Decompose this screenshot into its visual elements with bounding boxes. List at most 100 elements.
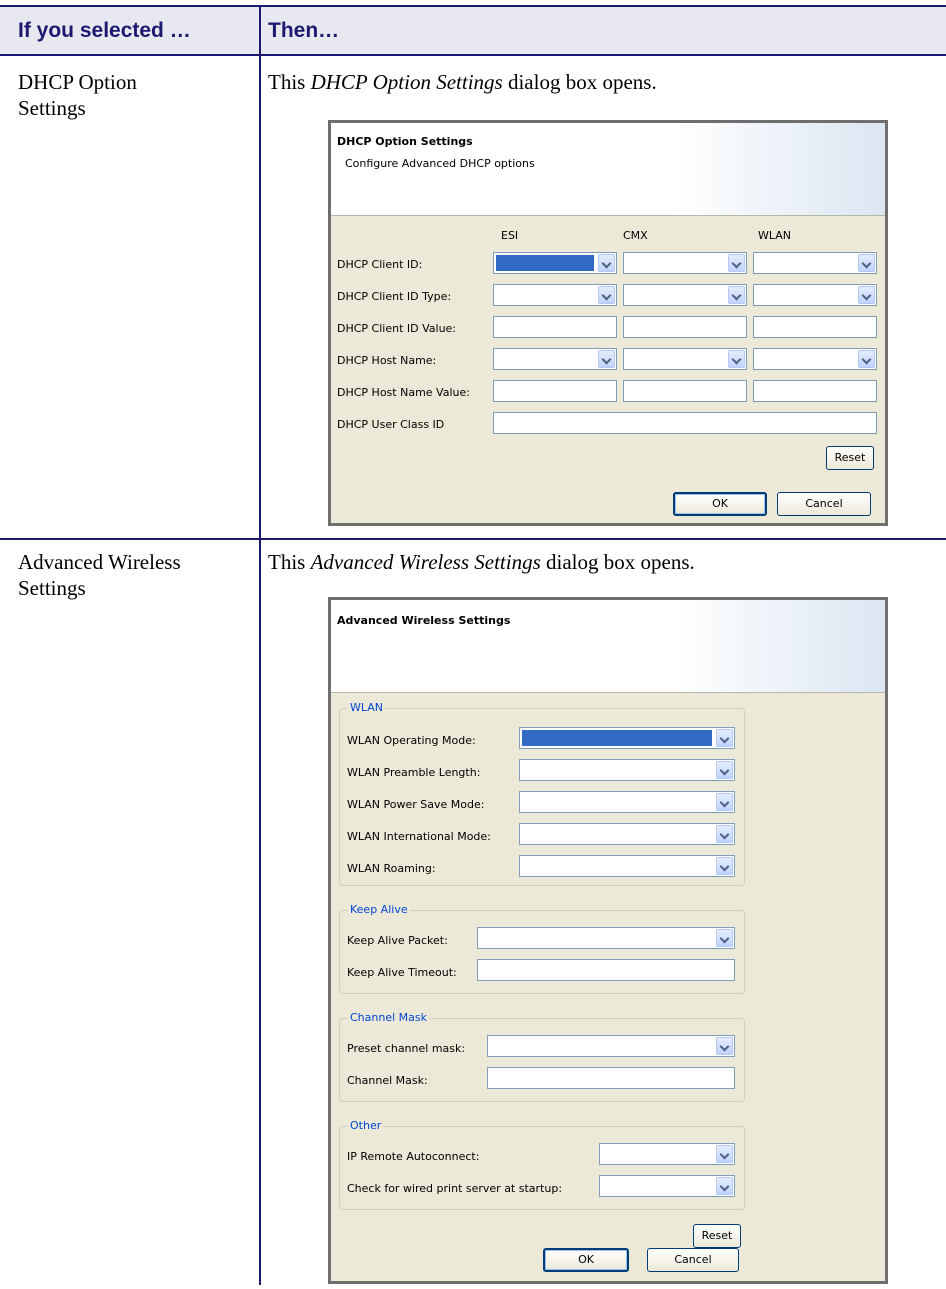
dhcp-client-id-type-label: DHCP Client ID Type: bbox=[337, 290, 452, 303]
keep-alive-packet-combo[interactable] bbox=[477, 927, 735, 949]
dialog-subtitle: Configure Advanced DHCP options bbox=[345, 157, 535, 170]
dhcp-client-id-esi-combo[interactable] bbox=[493, 252, 617, 274]
dhcp-host-name-cmx-combo[interactable] bbox=[623, 348, 747, 370]
cancel-button[interactable]: Cancel bbox=[777, 492, 871, 516]
row1-then-suffix: dialog box opens. bbox=[502, 70, 657, 94]
chevron-down-icon[interactable] bbox=[716, 1145, 733, 1163]
dialog-title: DHCP Option Settings bbox=[337, 135, 473, 148]
chevron-down-icon[interactable] bbox=[858, 286, 875, 304]
advanced-wireless-settings-dialog: Advanced Wireless Settings WLAN WLAN Ope… bbox=[328, 597, 888, 1284]
channel-mask-field[interactable] bbox=[487, 1067, 735, 1089]
dhcp-client-id-type-esi-combo[interactable] bbox=[493, 284, 617, 306]
row2-then-suffix: dialog box opens. bbox=[540, 550, 695, 574]
dhcp-client-id-value-label: DHCP Client ID Value: bbox=[337, 322, 457, 335]
keep-alive-packet-label: Keep Alive Packet: bbox=[347, 934, 448, 947]
wlan-international-mode-label: WLAN International Mode: bbox=[347, 830, 491, 843]
dhcp-option-settings-dialog: DHCP Option Settings Configure Advanced … bbox=[328, 120, 888, 526]
reset-button[interactable]: Reset bbox=[693, 1224, 741, 1248]
dhcp-client-id-value-wlan-field[interactable] bbox=[753, 316, 877, 338]
dhcp-client-id-label: DHCP Client ID: bbox=[337, 258, 423, 271]
row1-selected-line1: DHCP Option bbox=[18, 70, 137, 94]
wlan-preamble-length-label: WLAN Preamble Length: bbox=[347, 766, 481, 779]
row1-then-italic: DHCP Option Settings bbox=[310, 70, 503, 94]
dhcp-user-class-id-field[interactable] bbox=[493, 412, 877, 434]
ip-remote-autoconnect-label: IP Remote Autoconnect: bbox=[347, 1150, 480, 1163]
table-row-divider bbox=[0, 538, 946, 540]
banner-gradient bbox=[675, 600, 885, 692]
row1-selected-cell: DHCP Option Settings bbox=[18, 69, 137, 121]
chevron-down-icon[interactable] bbox=[716, 1037, 733, 1055]
dhcp-host-name-value-label: DHCP Host Name Value: bbox=[337, 386, 470, 399]
preset-channel-mask-combo[interactable] bbox=[487, 1035, 735, 1057]
dhcp-client-id-value-cmx-field[interactable] bbox=[623, 316, 747, 338]
chevron-down-icon[interactable] bbox=[728, 286, 745, 304]
column-header-wlan: WLAN bbox=[758, 229, 792, 242]
column-header-cmx: CMX bbox=[623, 229, 648, 242]
preset-channel-mask-label: Preset channel mask: bbox=[347, 1042, 466, 1055]
chevron-down-icon[interactable] bbox=[858, 350, 875, 368]
selection-highlight bbox=[522, 730, 712, 746]
chevron-down-icon[interactable] bbox=[716, 793, 733, 811]
header-if-you-selected: If you selected … bbox=[18, 19, 191, 42]
cancel-button[interactable]: Cancel bbox=[647, 1248, 739, 1272]
chevron-down-icon[interactable] bbox=[716, 857, 733, 875]
check-wired-print-server-label: Check for wired print server at startup: bbox=[347, 1182, 563, 1195]
dhcp-host-name-wlan-combo[interactable] bbox=[753, 348, 877, 370]
keep-alive-group-label: Keep Alive bbox=[348, 903, 410, 917]
channel-mask-group-label: Channel Mask bbox=[348, 1011, 429, 1025]
channel-mask-label: Channel Mask: bbox=[347, 1074, 428, 1087]
wlan-international-mode-combo[interactable] bbox=[519, 823, 735, 845]
dhcp-client-id-type-cmx-combo[interactable] bbox=[623, 284, 747, 306]
channel-mask-group: Channel Mask bbox=[339, 1011, 745, 1102]
chevron-down-icon[interactable] bbox=[728, 350, 745, 368]
row2-then-text: This Advanced Wireless Settings dialog b… bbox=[268, 549, 695, 575]
chevron-down-icon[interactable] bbox=[716, 825, 733, 843]
dhcp-client-id-type-wlan-combo[interactable] bbox=[753, 284, 877, 306]
wlan-roaming-label: WLAN Roaming: bbox=[347, 862, 436, 875]
chevron-down-icon[interactable] bbox=[716, 1177, 733, 1195]
selection-highlight bbox=[496, 255, 594, 271]
row2-selected-line1: Advanced Wireless bbox=[18, 550, 181, 574]
wlan-operating-mode-combo[interactable] bbox=[519, 727, 735, 749]
row2-selected-line2: Settings bbox=[18, 576, 86, 600]
chevron-down-icon[interactable] bbox=[598, 350, 615, 368]
dhcp-client-id-value-esi-field[interactable] bbox=[493, 316, 617, 338]
row2-then-prefix: This bbox=[268, 550, 311, 574]
check-wired-print-server-combo[interactable] bbox=[599, 1175, 735, 1197]
chevron-down-icon[interactable] bbox=[716, 929, 733, 947]
chevron-down-icon[interactable] bbox=[598, 286, 615, 304]
other-group: Other bbox=[339, 1119, 745, 1210]
dhcp-client-id-wlan-combo[interactable] bbox=[753, 252, 877, 274]
ip-remote-autoconnect-combo[interactable] bbox=[599, 1143, 735, 1165]
dhcp-host-name-value-cmx-field[interactable] bbox=[623, 380, 747, 402]
row1-then-prefix: This bbox=[268, 70, 311, 94]
other-group-label: Other bbox=[348, 1119, 384, 1133]
keep-alive-timeout-field[interactable] bbox=[477, 959, 735, 981]
dhcp-host-name-esi-combo[interactable] bbox=[493, 348, 617, 370]
wlan-preamble-length-combo[interactable] bbox=[519, 759, 735, 781]
chevron-down-icon[interactable] bbox=[716, 729, 733, 747]
banner-gradient bbox=[675, 123, 885, 215]
chevron-down-icon[interactable] bbox=[716, 761, 733, 779]
chevron-down-icon[interactable] bbox=[598, 254, 615, 272]
table-column-divider bbox=[259, 5, 261, 1285]
ok-button[interactable]: OK bbox=[543, 1248, 629, 1272]
dhcp-host-name-value-wlan-field[interactable] bbox=[753, 380, 877, 402]
dialog-title: Advanced Wireless Settings bbox=[337, 614, 511, 627]
keep-alive-timeout-label: Keep Alive Timeout: bbox=[347, 966, 457, 979]
chevron-down-icon[interactable] bbox=[728, 254, 745, 272]
row2-selected-cell: Advanced Wireless Settings bbox=[18, 549, 181, 601]
reset-button[interactable]: Reset bbox=[826, 446, 874, 470]
wlan-power-save-mode-combo[interactable] bbox=[519, 791, 735, 813]
dhcp-client-id-cmx-combo[interactable] bbox=[623, 252, 747, 274]
ok-button[interactable]: OK bbox=[673, 492, 767, 516]
dhcp-host-name-value-esi-field[interactable] bbox=[493, 380, 617, 402]
wlan-roaming-combo[interactable] bbox=[519, 855, 735, 877]
wlan-group-label: WLAN bbox=[348, 701, 386, 715]
keep-alive-group: Keep Alive bbox=[339, 903, 745, 994]
chevron-down-icon[interactable] bbox=[858, 254, 875, 272]
row1-selected-line2: Settings bbox=[18, 96, 86, 120]
header-then: Then… bbox=[268, 19, 340, 42]
dhcp-host-name-label: DHCP Host Name: bbox=[337, 354, 437, 367]
row2-then-italic: Advanced Wireless Settings bbox=[310, 550, 541, 574]
